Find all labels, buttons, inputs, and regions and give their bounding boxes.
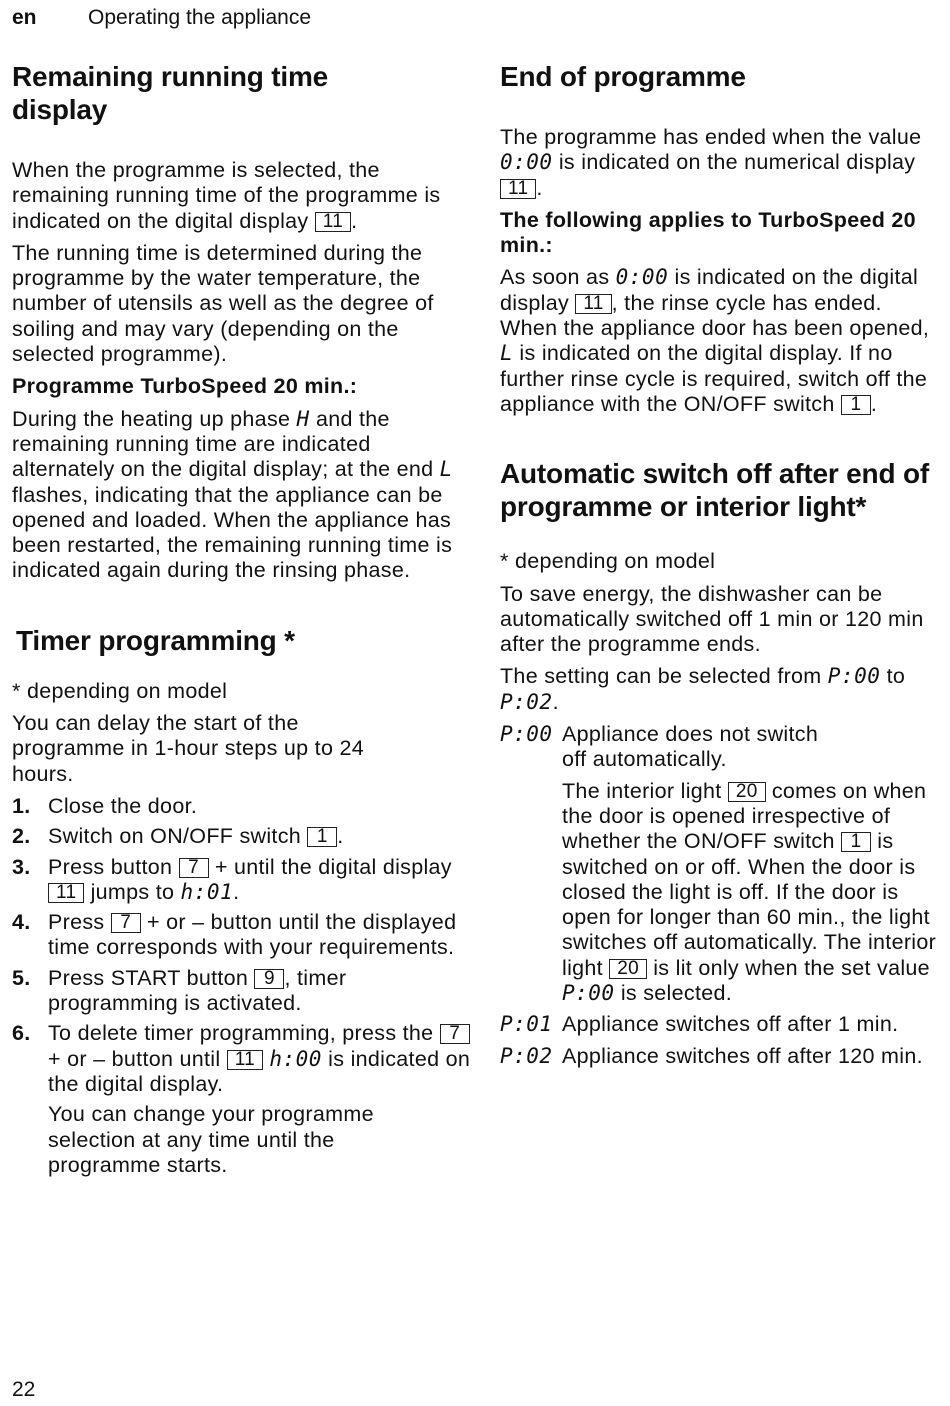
left-column: Remaining running time display When the … — [12, 60, 472, 1178]
list-item: 2. Switch on ON/OFF switch 1. — [12, 824, 344, 849]
list-item: 1. Close the door. — [12, 793, 198, 818]
reference-box: 7 — [439, 1024, 470, 1045]
display-symbol: H — [296, 406, 310, 431]
paragraph: The running time is determined during th… — [12, 240, 434, 367]
display-symbol: P:02 — [500, 689, 553, 714]
heading-end-of-programme: End of programme — [500, 61, 746, 92]
reference-box: 11 — [226, 1049, 264, 1070]
timer-steps-list: 1. Close the door. 2. Switch on ON/OFF s… — [12, 794, 472, 1097]
reference-box: 9 — [254, 968, 285, 989]
display-symbol: h:00 — [269, 1046, 322, 1071]
list-item: 6. To delete timer programming, press th… — [12, 1021, 471, 1096]
display-symbol: 0:00 — [500, 150, 553, 175]
setting-key: P:02 — [500, 1043, 553, 1068]
reference-box: 1 — [841, 832, 872, 853]
language-code: en — [12, 6, 37, 29]
paragraph: You can delay the start of the programme… — [12, 711, 364, 786]
setting-key: P:00 — [500, 722, 553, 747]
turbospeed-label: Programme TurboSpeed 20 min.: — [12, 374, 358, 399]
display-symbol: L — [439, 457, 453, 482]
display-symbol: P:00 — [562, 981, 615, 1006]
right-column: End of programme The programme has ended… — [500, 60, 945, 1075]
reference-box: 20 — [727, 781, 766, 802]
paragraph: The setting can be selected from P:00 to… — [500, 664, 906, 714]
display-symbol: 0:00 — [615, 265, 669, 290]
paragraph: During the heating up phase H and the re… — [12, 406, 453, 583]
note: You can change your programme selection … — [48, 1102, 374, 1177]
paragraph: To save energy, the dishwasher can be au… — [500, 581, 924, 657]
footnote: * depending on model — [500, 549, 716, 574]
reference-box: 11 — [48, 882, 85, 903]
reference-box: 7 — [110, 913, 141, 934]
reference-box: 11 — [314, 211, 352, 232]
heading-timer-programming: Timer programming * — [16, 624, 295, 656]
turbospeed-label: The following applies to TurboSpeed 20 m… — [500, 207, 916, 258]
setting-key: P:01 — [500, 1012, 553, 1037]
heading-remaining-running-time: Remaining running time display — [12, 61, 329, 125]
page-header: en Operating the appliance — [12, 6, 311, 30]
display-symbol: h:01 — [180, 879, 234, 904]
setting-row-p01: P:01 Appliance switches off after 1 min. — [500, 1012, 899, 1037]
paragraph: When the programme is selected, the rema… — [12, 158, 441, 233]
reference-box: 1 — [840, 394, 871, 415]
list-item: 3. Press button 7 + until the digital di… — [12, 854, 452, 904]
section-title: Operating the appliance — [88, 6, 311, 29]
page-number: 22 — [12, 1378, 36, 1401]
reference-box: 20 — [609, 958, 647, 979]
display-symbol: P:00 — [827, 664, 881, 689]
display-symbol: L — [500, 341, 514, 366]
setting-row-p00: P:00 Appliance does not switch off autom… — [500, 722, 937, 1006]
list-item: 5. Press START button 9, timer programmi… — [12, 965, 347, 1016]
footnote: * depending on model — [12, 678, 228, 703]
paragraph: The programme has ended when the value 0… — [500, 125, 922, 200]
reference-box: 7 — [178, 857, 209, 878]
list-item: 4. Press 7 + or – button until the displ… — [12, 910, 457, 960]
paragraph: As soon as 0:00 is indicated on the digi… — [500, 265, 930, 416]
heading-automatic-switch-off: Automatic switch off after end of progra… — [500, 458, 929, 523]
reference-box: 11 — [500, 178, 537, 199]
reference-box: 1 — [307, 827, 338, 848]
setting-row-p02: P:02 Appliance switches off after 120 mi… — [500, 1043, 923, 1068]
reference-box: 11 — [575, 293, 612, 314]
